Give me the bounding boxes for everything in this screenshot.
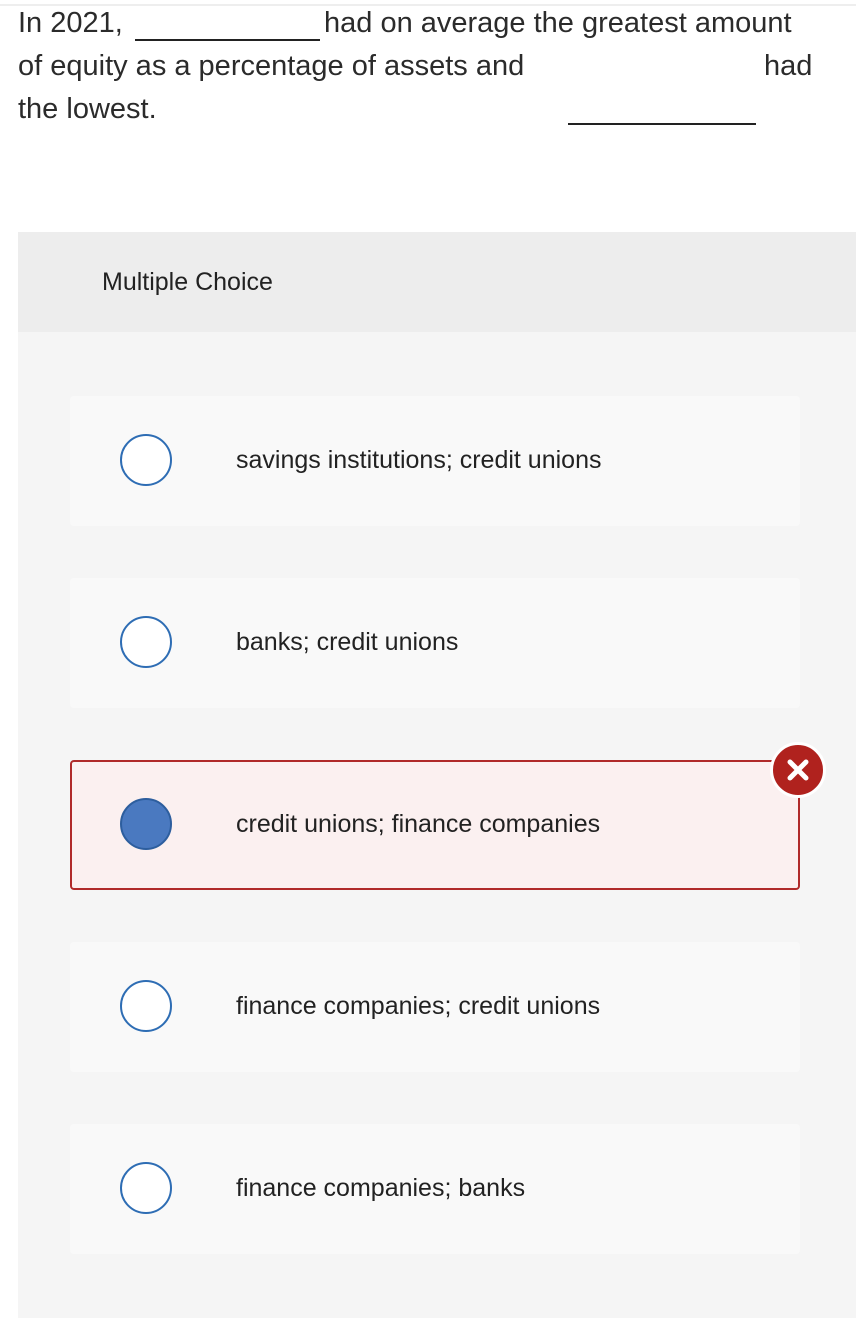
question-text-segment: of equity as a percentage of assets and (18, 50, 525, 82)
choice-option-label: banks; credit unions (236, 628, 459, 656)
choice-option[interactable]: savings institutions; credit unions (70, 396, 800, 526)
choice-option[interactable]: banks; credit unions (70, 578, 800, 708)
choice-option-label: savings institutions; credit unions (236, 446, 602, 474)
answer-blank-2 (568, 123, 756, 125)
answer-blank-1 (135, 39, 320, 41)
multiple-choice-panel: Multiple Choice savings institutions; cr… (18, 232, 856, 1318)
multiple-choice-header: Multiple Choice (18, 232, 856, 332)
radio-unchecked-icon[interactable] (120, 980, 172, 1032)
question-text-segment: In 2021, (18, 7, 123, 39)
choice-option-label: finance companies; credit unions (236, 992, 601, 1020)
choice-option[interactable]: finance companies; credit unions (70, 942, 800, 1072)
close-x-icon (787, 759, 809, 781)
radio-unchecked-icon[interactable] (120, 616, 172, 668)
choice-option-label: finance companies; banks (236, 1174, 526, 1202)
choice-option[interactable]: finance companies; banks (70, 1124, 800, 1254)
question-text-segment: had on average the greatest amount (324, 7, 792, 39)
choice-option-selected-incorrect[interactable]: credit unions; finance companies (70, 760, 800, 890)
question-text-segment: had (764, 50, 813, 82)
choice-option-label: credit unions; finance companies (236, 810, 601, 838)
multiple-choice-title: Multiple Choice (102, 268, 273, 296)
question-text-segment: the lowest. (18, 93, 157, 125)
incorrect-badge (770, 742, 826, 798)
radio-unchecked-icon[interactable] (120, 434, 172, 486)
radio-unchecked-icon[interactable] (120, 1162, 172, 1214)
radio-checked-icon[interactable] (120, 798, 172, 850)
